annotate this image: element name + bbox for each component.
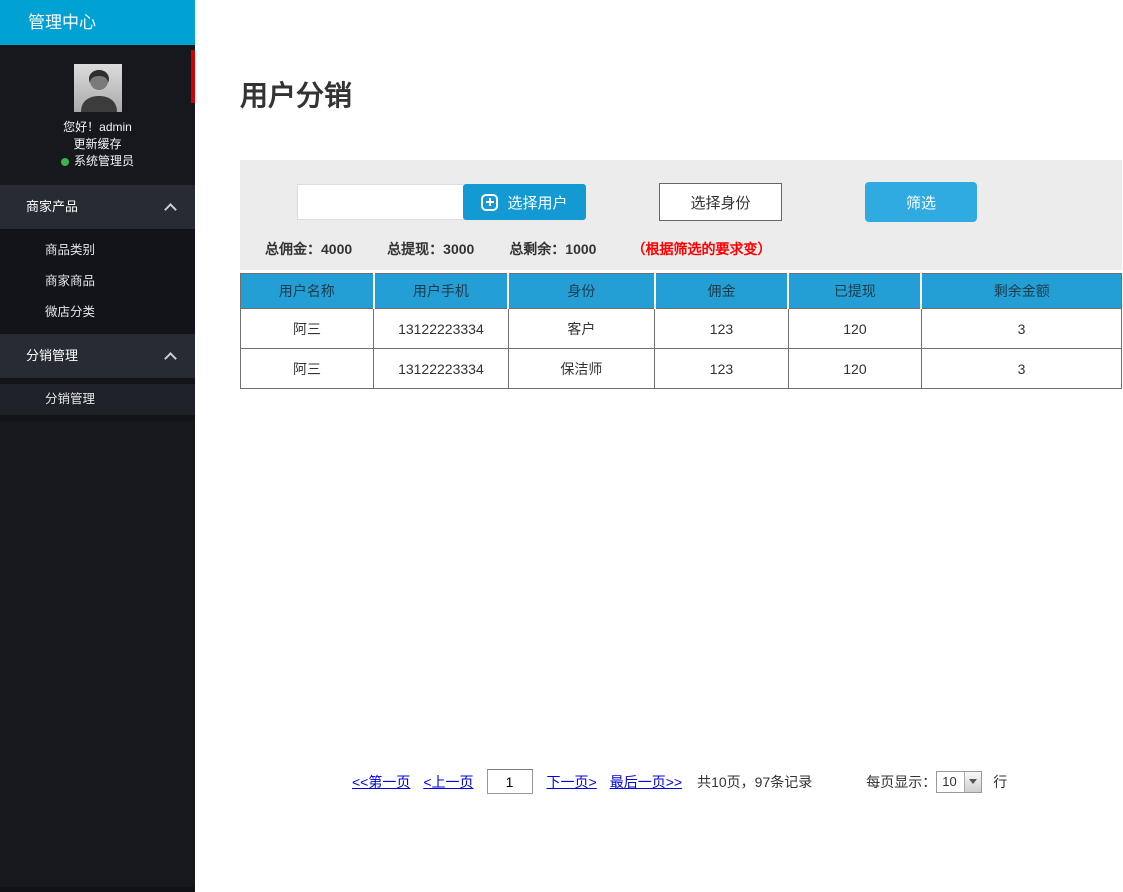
filter-controls-row: 选择用户 选择身份 筛选: [297, 182, 1122, 222]
distribution-table: 用户名称 用户手机 身份 佣金 已提现 剩余金额 阿三 13122223334 …: [240, 273, 1122, 389]
filter-button[interactable]: 筛选: [865, 182, 977, 222]
select-user-button[interactable]: 选择用户: [463, 184, 586, 220]
table-row: 阿三 13122223334 保洁师 123 120 3: [241, 349, 1122, 389]
cell-username: 阿三: [241, 309, 374, 349]
sidebar-item-label: 商家产品: [26, 199, 78, 214]
table-header-row: 用户名称 用户手机 身份 佣金 已提现 剩余金额: [241, 274, 1122, 309]
online-status-dot-icon: [61, 158, 69, 166]
page-number-input[interactable]: [487, 769, 533, 794]
sidebar-item-distribution-management-child[interactable]: 分销管理: [0, 384, 195, 415]
sidebar-item-distribution-management[interactable]: 分销管理: [0, 334, 195, 378]
col-header-phone: 用户手机: [374, 274, 509, 309]
user-search-input[interactable]: [297, 184, 463, 220]
cell-phone: 13122223334: [374, 349, 509, 389]
col-header-commission: 佣金: [655, 274, 789, 309]
user-role-line: 系统管理员: [0, 153, 195, 170]
per-page-selected-value: 10: [937, 772, 964, 792]
next-page-link[interactable]: 下一页>: [547, 772, 597, 792]
main-content: 用户分销 选择用户 选择身份 筛选 总佣金：4000 总提现：3000 总剩余：10…: [195, 0, 1123, 794]
per-page-label: 每页显示：: [866, 772, 936, 792]
update-cache-link[interactable]: 更新缓存: [0, 136, 195, 153]
app-title: 管理中心: [0, 0, 195, 45]
cell-username: 阿三: [241, 349, 374, 389]
user-select-group: 选择用户: [297, 184, 586, 220]
stats-row: 总佣金：4000 总提现：3000 总剩余：1000 （根据筛选的要求变）: [265, 239, 1122, 259]
chevron-down-icon: [969, 779, 977, 784]
sidebar-scrollbar-thumb[interactable]: [191, 50, 195, 103]
rows-unit-label: 行: [993, 772, 1007, 792]
per-page-group: 每页显示： 10 行: [866, 771, 1007, 793]
sidebar-bottom-strip: [0, 887, 195, 892]
user-greeting: 您好！admin: [0, 119, 195, 136]
total-withdrawn-stat: 总提现：3000: [387, 241, 474, 257]
cell-identity: 保洁师: [508, 349, 654, 389]
page-title: 用户分销: [240, 80, 1123, 112]
dropdown-arrow-button[interactable]: [964, 772, 981, 792]
cell-withdrawn: 120: [788, 309, 921, 349]
user-avatar: [74, 64, 122, 112]
cell-withdrawn: 120: [788, 349, 921, 389]
menu-group-merchant-products: 商家产品 商品类别 商家商品 微店分类: [0, 185, 195, 334]
submenu-merchant-products: 商品类别 商家商品 微店分类: [0, 229, 195, 334]
sidebar-item-merchant-products[interactable]: 商家产品: [0, 185, 195, 229]
stats-note: （根据筛选的要求变）: [631, 241, 771, 257]
cell-remaining: 3: [921, 309, 1121, 349]
app-window: 管理中心 您好！admin 更新缓存 系统管理员 商家产品: [0, 0, 1123, 892]
pagination-bar: <<第一页 <上一页 下一页> 最后一页>> 共10页，97条记录 每页显示： …: [352, 769, 1123, 794]
sidebar-item-microstore-category[interactable]: 微店分类: [0, 297, 195, 328]
pagination-summary: 共10页，97条记录: [697, 772, 812, 792]
last-page-link[interactable]: 最后一页>>: [610, 772, 682, 792]
menu-group-distribution: 分销管理 分销管理: [0, 334, 195, 421]
total-remaining-stat: 总剩余：1000: [509, 241, 596, 257]
sidebar-item-label: 分销管理: [26, 348, 78, 363]
cell-commission: 123: [655, 349, 789, 389]
user-panel: 您好！admin 更新缓存 系统管理员: [0, 45, 195, 185]
total-commission-stat: 总佣金：4000: [265, 241, 352, 257]
plus-icon: [481, 194, 498, 211]
cell-phone: 13122223334: [374, 309, 509, 349]
user-role-label: 系统管理员: [74, 154, 134, 168]
sidebar-item-merchant-goods[interactable]: 商家商品: [0, 266, 195, 297]
per-page-select[interactable]: 10: [936, 771, 982, 793]
sidebar: 管理中心 您好！admin 更新缓存 系统管理员 商家产品: [0, 0, 195, 892]
prev-page-link[interactable]: <上一页: [423, 772, 473, 792]
cell-remaining: 3: [921, 349, 1121, 389]
col-header-username: 用户名称: [241, 274, 374, 309]
select-identity-button[interactable]: 选择身份: [659, 183, 782, 221]
table-row: 阿三 13122223334 客户 123 120 3: [241, 309, 1122, 349]
chevron-up-icon: [164, 352, 177, 365]
cell-commission: 123: [655, 309, 789, 349]
select-user-button-label: 选择用户: [507, 192, 567, 213]
sidebar-item-product-category[interactable]: 商品类别: [0, 235, 195, 266]
first-page-link[interactable]: <<第一页: [352, 772, 410, 792]
submenu-distribution: 分销管理: [0, 378, 195, 421]
col-header-identity: 身份: [508, 274, 654, 309]
cell-identity: 客户: [508, 309, 654, 349]
filter-panel: 选择用户 选择身份 筛选 总佣金：4000 总提现：3000 总剩余：1000 （根据…: [240, 160, 1122, 270]
chevron-up-icon: [164, 203, 177, 216]
col-header-withdrawn: 已提现: [788, 274, 921, 309]
col-header-remaining: 剩余金额: [921, 274, 1121, 309]
